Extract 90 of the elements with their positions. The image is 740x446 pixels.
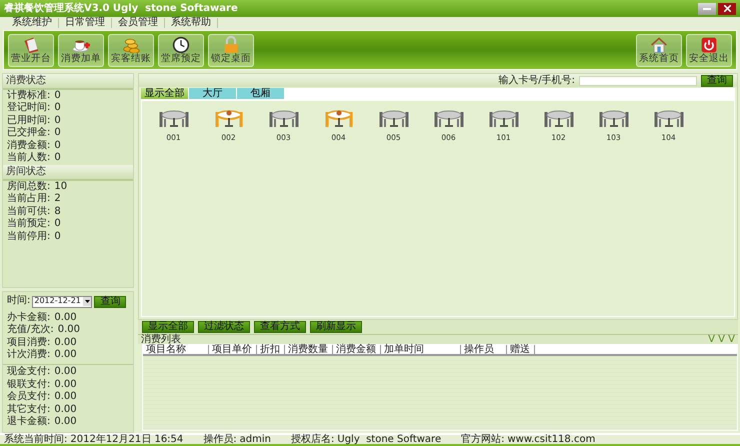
field-label: 当前人数:	[7, 153, 50, 164]
toolbar-button[interactable]: 安全退出	[686, 34, 732, 66]
close-icon	[724, 5, 730, 12]
menu-item[interactable]: 会员管理	[112, 18, 165, 28]
field-label: 办卡金额:	[7, 312, 50, 324]
filter-button[interactable]: 过滤状态	[198, 321, 250, 333]
field-label: 时间:	[7, 296, 30, 307]
field-value: 10	[54, 182, 68, 192]
field-label: 已用时间:	[7, 116, 50, 126]
field-label: 现金支付:	[7, 367, 50, 378]
field-value: 2	[54, 194, 61, 205]
search-button[interactable]: 查询	[701, 74, 733, 86]
field-label: 计费标准:	[7, 90, 50, 102]
field-value: 0	[54, 90, 61, 102]
field-label: 退卡金额:	[7, 417, 50, 428]
field-value: 0.00	[58, 325, 80, 336]
field-value: 0	[54, 153, 61, 164]
field-label: 当前占用:	[7, 194, 50, 205]
close-button[interactable]	[718, 2, 736, 14]
field-label: 项目消费:	[7, 338, 50, 348]
tab[interactable]: 包厢	[237, 88, 285, 99]
field-label: 当前可供:	[7, 206, 50, 218]
field-label: 其它支付:	[7, 404, 50, 416]
column-header[interactable]: 折扣	[257, 345, 285, 354]
field-label: 房间总数:	[7, 182, 50, 192]
search-label: 输入卡号/手机号:	[498, 74, 575, 86]
field-value: 0	[54, 232, 61, 243]
field-label: 消费金额:	[7, 140, 50, 152]
filter-button[interactable]: 刷新显示	[310, 321, 362, 333]
window-title: 睿祺餐饮管理系统V3.0 Ugly stone Softaware	[4, 2, 239, 14]
status-value: 2012年12月21日 16:54	[70, 434, 184, 446]
field-label: 会员支付:	[7, 392, 50, 403]
search-field[interactable]	[579, 76, 697, 86]
status-value: www.csit118.com	[507, 434, 596, 446]
field-value: 8	[54, 206, 61, 218]
status-label: 官方网站:	[461, 434, 504, 446]
tab[interactable]: 大厅	[189, 88, 237, 99]
field-value: 0	[54, 116, 61, 126]
field-value: 0	[54, 128, 61, 139]
toolbar-button[interactable]: 宾客结账	[108, 34, 154, 66]
toolbar-button[interactable]: 锁定桌面	[208, 34, 254, 66]
clock-icon	[170, 36, 192, 54]
filter-button[interactable]: 显示全部	[142, 321, 194, 333]
column-header[interactable]: 消费数量	[285, 345, 333, 354]
column-header[interactable]: 操作员	[461, 345, 507, 354]
field-label: 银联支付:	[7, 380, 50, 390]
filter-button[interactable]: 查看方式	[254, 321, 306, 333]
field-value: 0	[54, 140, 61, 152]
query-button[interactable]: 查询	[94, 296, 126, 308]
caret-icon	[84, 300, 90, 304]
field-value: 0.00	[54, 392, 77, 403]
toolbar-button[interactable]: 系统首页	[636, 34, 682, 66]
toolbar-button[interactable]: 堂席预定	[158, 34, 204, 66]
section-header: 房间状态	[3, 165, 133, 181]
tab[interactable]: 显示全部	[141, 88, 189, 99]
field-value: 0.00	[54, 350, 77, 362]
field-value: 0.00	[54, 417, 77, 428]
status-label: 授权店名:	[291, 434, 334, 446]
column-header[interactable]: 赠送	[507, 345, 535, 354]
toolbar-button[interactable]: 营业开台	[8, 34, 54, 66]
field-value: 0.00	[54, 367, 77, 378]
menu-item[interactable]: 系统维护	[6, 18, 59, 28]
field-label: 当前预定:	[7, 219, 50, 230]
field-label: 充值/充次:	[7, 325, 54, 336]
column-header[interactable]: 消费金额	[333, 345, 381, 354]
status-label: 系统当前时间:	[4, 434, 68, 446]
field-value: 0	[54, 219, 61, 230]
section-header: 消费状态	[3, 74, 133, 90]
field-value: 0.00	[54, 380, 77, 390]
column-header[interactable]: 项目单价	[209, 345, 257, 354]
field-value: 0.00	[54, 404, 77, 416]
field-value: 0.00	[54, 338, 77, 348]
menu-item[interactable]: 日常管理	[59, 18, 112, 28]
status-label: 操作员:	[203, 434, 237, 446]
status-value: Ugly stone Software	[337, 434, 442, 446]
menu-item[interactable]: 系统帮助	[165, 18, 218, 28]
field-value: 0.00	[54, 312, 77, 324]
house-icon	[648, 36, 670, 54]
minimize-icon	[703, 8, 711, 10]
date-dropdown[interactable]: 2012-12-21	[32, 296, 92, 308]
field-label: 登记时间:	[7, 103, 50, 114]
field-label: 已交押金:	[7, 128, 50, 139]
field-label: 计次消费:	[7, 350, 50, 362]
column-header[interactable]: 加单时间	[381, 345, 461, 354]
toolbar-button[interactable]: 消费加单	[58, 34, 104, 66]
field-label: 当前停用:	[7, 232, 50, 243]
column-header[interactable]: 项目名称	[143, 345, 209, 354]
list-title: 消费列表	[141, 335, 181, 344]
field-value: 0	[54, 103, 61, 114]
status-value: admin	[240, 434, 271, 446]
